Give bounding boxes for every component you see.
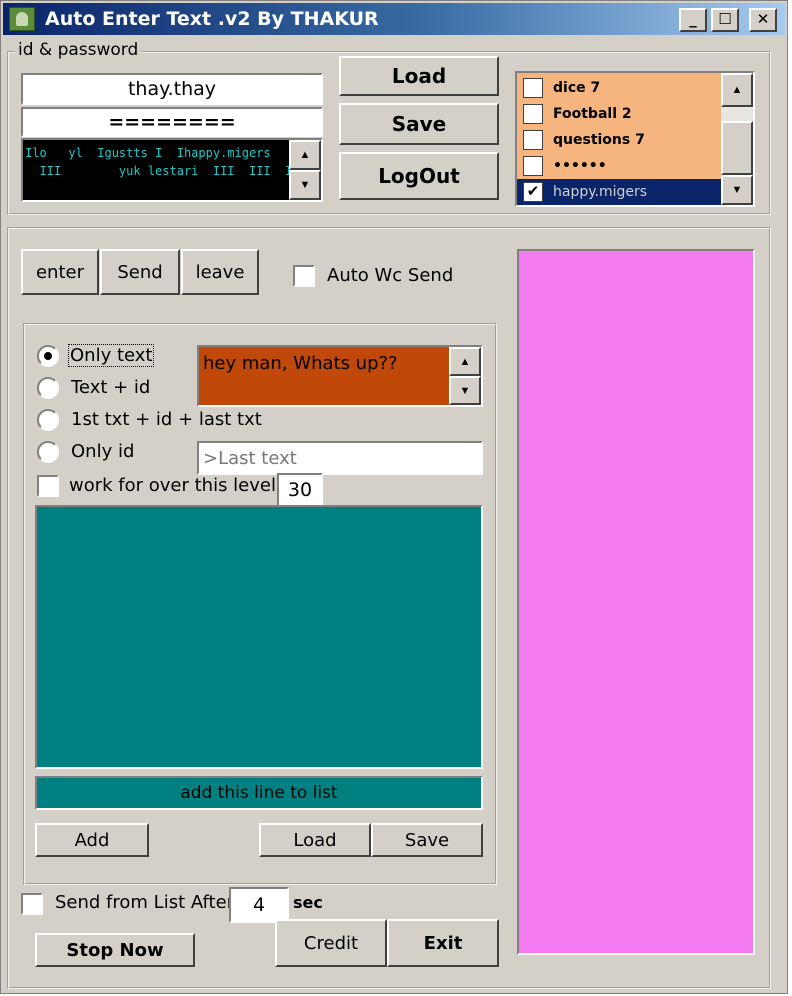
- radio-text-id[interactable]: [37, 377, 59, 399]
- level-label: work for over this level: [69, 475, 276, 496]
- interval-unit: sec: [293, 893, 323, 912]
- load-button[interactable]: Load: [339, 56, 499, 96]
- radio-dot-icon: [44, 352, 52, 360]
- minimize-button[interactable]: _: [679, 8, 707, 32]
- logout-button[interactable]: LogOut: [339, 152, 499, 200]
- login-group-label: id & password: [15, 40, 142, 60]
- send-from-list-checkbox[interactable]: [21, 893, 43, 915]
- list-item-label: dice 7: [553, 80, 601, 96]
- id-checklist[interactable]: dice 7 Football 2 questions 7 •••••• ✔ h…: [515, 71, 755, 207]
- auto-wc-label: Auto Wc Send: [327, 265, 454, 286]
- send-button[interactable]: Send: [100, 249, 180, 295]
- list-item-label: ••••••: [553, 158, 607, 174]
- list-load-button[interactable]: Load: [259, 823, 371, 857]
- list-item[interactable]: Football 2: [517, 101, 721, 127]
- radio-first-id-last[interactable]: [37, 409, 59, 431]
- radio-only-text[interactable]: [37, 345, 59, 367]
- radio-first-id-last-label: 1st txt + id + last txt: [71, 409, 262, 430]
- credit-button[interactable]: Credit: [275, 919, 387, 967]
- send-from-list-label: Send from List After: [55, 892, 235, 913]
- save-button[interactable]: Save: [339, 103, 499, 145]
- level-field[interactable]: 30: [277, 473, 323, 507]
- level-checkbox[interactable]: [37, 475, 59, 497]
- preview-panel[interactable]: [517, 249, 755, 955]
- scroll-up-icon[interactable]: ▲: [721, 73, 753, 107]
- list-save-button[interactable]: Save: [371, 823, 483, 857]
- item-checkbox[interactable]: [523, 104, 543, 124]
- list-item-label: questions 7: [553, 132, 645, 148]
- leave-button[interactable]: leave: [181, 249, 259, 295]
- title-bar[interactable]: Auto Enter Text .v2 By THAKUR _ ☐ ✕: [3, 3, 785, 35]
- radio-only-id[interactable]: [37, 441, 59, 463]
- list-item-label: happy.migers: [553, 184, 648, 200]
- auto-wc-checkbox[interactable]: [293, 265, 315, 287]
- interval-field[interactable]: 4: [229, 887, 289, 923]
- log-line: Ilo yl Igustts I Ihappy.migers: [25, 146, 271, 160]
- item-checkbox[interactable]: [523, 156, 543, 176]
- maximize-button[interactable]: ☐: [711, 8, 739, 32]
- item-checkbox[interactable]: [523, 130, 543, 150]
- list-item[interactable]: questions 7: [517, 127, 721, 153]
- password-field[interactable]: ========: [21, 107, 323, 137]
- scroll-up-icon[interactable]: ▲: [289, 140, 321, 170]
- list-item-selected[interactable]: ✔ happy.migers: [517, 179, 721, 205]
- chat-log-scrollbar[interactable]: ▲ ▼: [289, 140, 321, 200]
- radio-text-id-label: Text + id: [71, 377, 151, 398]
- window-title: Auto Enter Text .v2 By THAKUR: [45, 8, 379, 30]
- id-field[interactable]: thay.thay: [21, 73, 323, 105]
- app-window: Auto Enter Text .v2 By THAKUR _ ☐ ✕ id &…: [0, 0, 788, 994]
- scroll-up-icon[interactable]: ▲: [449, 347, 481, 376]
- scroll-down-icon[interactable]: ▼: [721, 175, 753, 205]
- add-line-field[interactable]: add this line to list: [35, 776, 483, 810]
- radio-only-text-label: Only text: [67, 344, 155, 367]
- exit-button[interactable]: Exit: [387, 919, 499, 967]
- last-text-field[interactable]: >Last text: [197, 441, 483, 475]
- checkmark-icon[interactable]: ✔: [523, 182, 543, 202]
- app-icon: [9, 7, 35, 31]
- message-textbox[interactable]: hey man, Whats up?? ▲ ▼: [197, 345, 483, 407]
- log-line: III yuk lestari III III III: [25, 164, 307, 178]
- stop-now-button[interactable]: Stop Now: [35, 933, 195, 967]
- scroll-thumb[interactable]: [721, 121, 753, 175]
- chat-log[interactable]: Ilo yl Igustts I Ihappy.migers III yuk l…: [21, 138, 323, 202]
- add-button[interactable]: Add: [35, 823, 149, 857]
- enter-button[interactable]: enter: [21, 249, 99, 295]
- message-scrollbar[interactable]: ▲ ▼: [449, 347, 481, 405]
- item-checkbox[interactable]: [523, 78, 543, 98]
- radio-only-id-label: Only id: [71, 441, 135, 462]
- list-item-label: Football 2: [553, 106, 632, 122]
- message-text: hey man, Whats up??: [203, 353, 398, 374]
- scroll-down-icon[interactable]: ▼: [289, 170, 321, 200]
- list-item[interactable]: dice 7: [517, 75, 721, 101]
- list-item[interactable]: ••••••: [517, 153, 721, 179]
- close-button[interactable]: ✕: [749, 8, 777, 32]
- scroll-down-icon[interactable]: ▼: [449, 376, 481, 405]
- message-list[interactable]: [35, 505, 483, 769]
- id-list-scrollbar[interactable]: ▲ ▼: [721, 73, 753, 205]
